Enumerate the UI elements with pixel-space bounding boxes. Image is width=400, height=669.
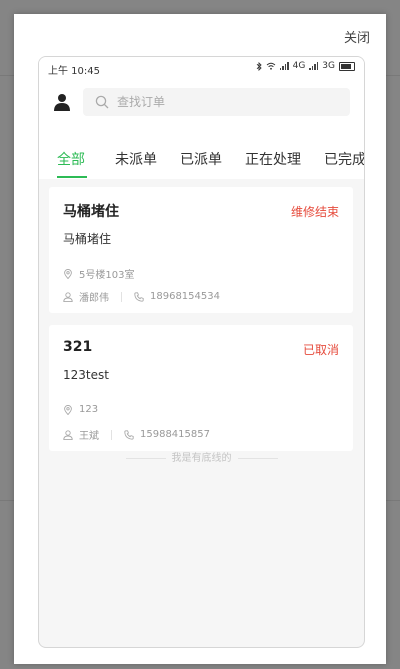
tab-processing[interactable]: 正在处理	[245, 149, 301, 169]
order-address: 123	[79, 404, 99, 415]
order-title: 马桶堵住	[63, 204, 119, 220]
order-address: 5号楼103室	[79, 270, 135, 281]
close-button[interactable]: 关闭	[344, 27, 370, 46]
network-label: 4G	[292, 61, 306, 71]
order-address-row: 123	[63, 404, 98, 415]
tab-completed[interactable]: 已完成	[324, 149, 364, 169]
order-contact-row: 王斌 15988415857	[63, 427, 210, 442]
row-divider	[121, 291, 122, 302]
battery-icon	[339, 61, 355, 71]
status-time: 上午 10:45	[48, 66, 100, 77]
phone-icon	[134, 291, 144, 302]
user-icon[interactable]	[54, 93, 70, 111]
order-phone[interactable]: 15988415857	[140, 429, 210, 440]
signal-icon	[279, 62, 289, 70]
order-contact-row: 潘郎伟 18968154534	[63, 289, 220, 304]
active-tab-indicator	[57, 176, 87, 178]
order-phone[interactable]: 18968154534	[150, 291, 220, 302]
list-end-hint: 我是有底线的	[39, 449, 364, 464]
status-indicators: 4G 3G	[256, 61, 355, 71]
status-bar: 上午 10:45 4G 3G	[39, 57, 364, 79]
order-tabs: 全部 未派单 已派单 正在处理 已完成	[39, 135, 364, 179]
order-contact-name: 王斌	[79, 431, 99, 442]
order-card[interactable]: 马桶堵住 维修结束 马桶堵住 5号楼103室 潘郎伟 18968154534	[49, 187, 353, 313]
app-header: 全部 未派单 已派单 正在处理 已完成	[39, 79, 364, 179]
phone-icon	[124, 429, 134, 440]
row-divider	[111, 429, 112, 440]
order-status: 维修结束	[290, 205, 339, 219]
tab-unassigned[interactable]: 未派单	[115, 149, 157, 169]
order-title: 321	[63, 339, 93, 355]
search-input[interactable]	[117, 92, 337, 112]
bluetooth-icon	[256, 61, 262, 71]
tab-all[interactable]: 全部	[57, 149, 85, 169]
person-icon	[63, 429, 73, 440]
signal-icon	[309, 62, 319, 70]
search-box[interactable]	[83, 88, 350, 116]
phone-preview: 上午 10:45 4G 3G 查找订单 全部 未派单 已派单 正在处理 已完成 …	[38, 56, 365, 648]
order-address-row: 5号楼103室	[63, 266, 134, 281]
wifi-icon	[266, 62, 275, 70]
tab-assigned[interactable]: 已派单	[180, 149, 222, 169]
search-icon	[95, 95, 109, 109]
order-card[interactable]: 321 已取消 123test 123 王斌 15988415857	[49, 325, 353, 451]
location-pin-icon	[64, 404, 72, 415]
order-contact-name: 潘郎伟	[79, 293, 109, 304]
network-label: 3G	[322, 61, 335, 71]
order-description: 马桶堵住	[63, 232, 112, 246]
order-status: 已取消	[302, 343, 339, 357]
location-pin-icon	[64, 268, 72, 279]
order-description: 123test	[63, 368, 109, 382]
preview-modal: 关闭 上午 10:45 4G 3G 查找订单 全部 未派单 已派单 正在处理 已…	[14, 14, 386, 664]
person-icon	[63, 291, 73, 302]
